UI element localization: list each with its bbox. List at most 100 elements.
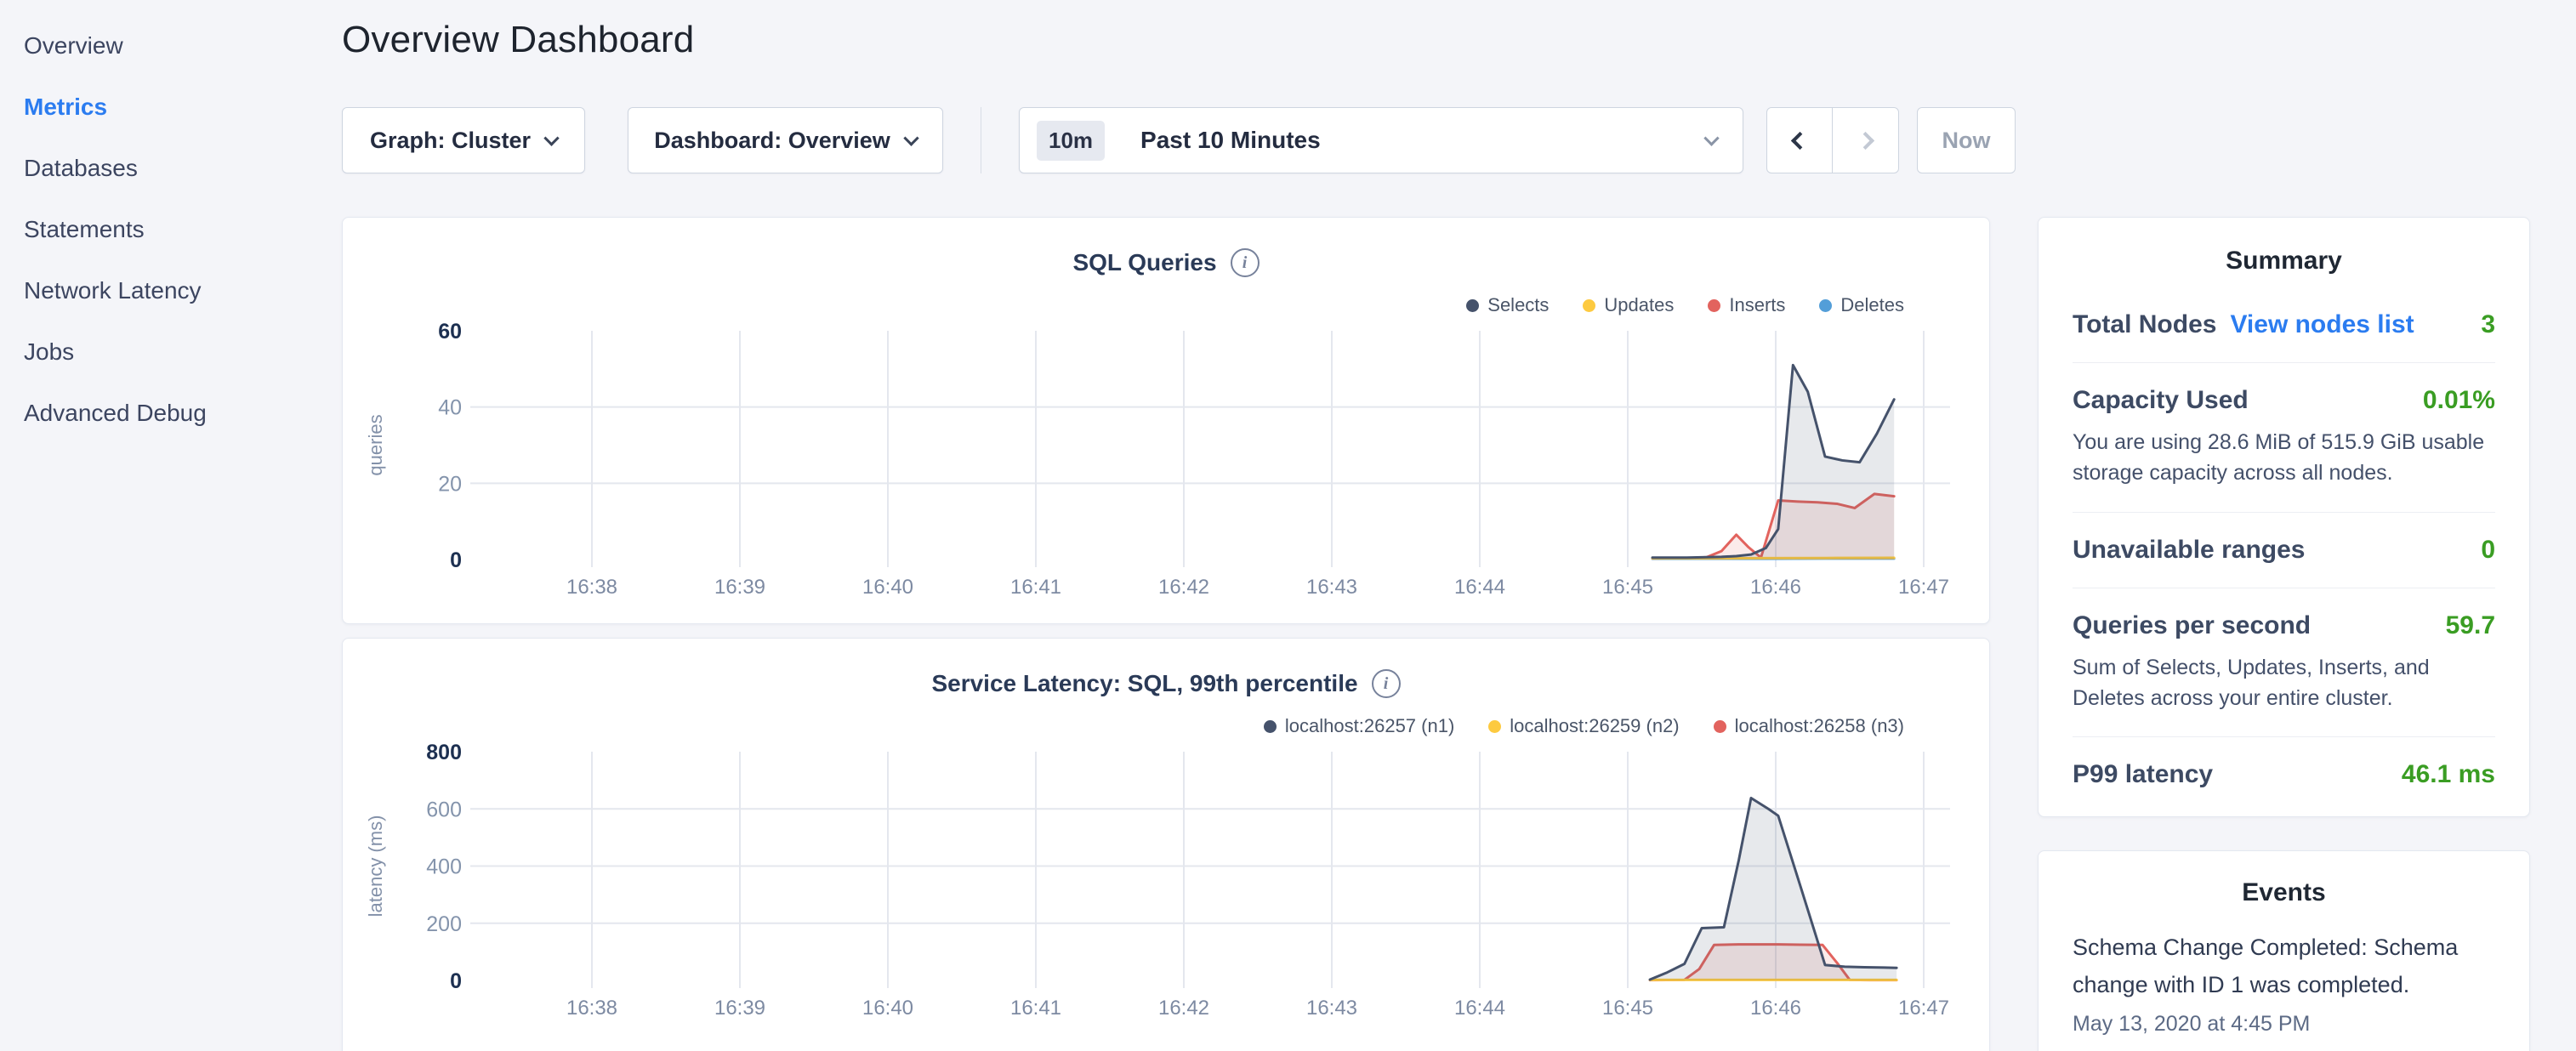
graph-dropdown[interactable]: Graph: Cluster bbox=[342, 107, 585, 173]
chart-card-sql-queries: SQL Queries i Selects Updates Inserts Delet… bbox=[342, 217, 1990, 624]
chart-title: SQL Queries bbox=[1072, 249, 1216, 276]
svg-text:16:40: 16:40 bbox=[862, 576, 913, 599]
svg-text:0: 0 bbox=[450, 548, 462, 572]
legend-label: Updates bbox=[1604, 294, 1674, 316]
summary-row-label: Capacity Used bbox=[2073, 386, 2249, 415]
legend-label: localhost:26258 (n3) bbox=[1735, 715, 1904, 737]
svg-text:16:46: 16:46 bbox=[1750, 997, 1801, 1020]
legend-item[interactable]: localhost:26259 (n2) bbox=[1488, 715, 1679, 737]
summary-row-label: P99 latency bbox=[2073, 760, 2213, 789]
svg-text:16:45: 16:45 bbox=[1602, 997, 1653, 1020]
svg-text:16:47: 16:47 bbox=[1898, 576, 1949, 599]
legend-item[interactable]: Deletes bbox=[1819, 294, 1904, 316]
legend-label: Selects bbox=[1487, 294, 1549, 316]
dashboard-dropdown[interactable]: Dashboard: Overview bbox=[628, 107, 943, 173]
svg-text:16:46: 16:46 bbox=[1750, 576, 1801, 599]
summary-row-value: 46.1 ms bbox=[2402, 760, 2495, 789]
chart-plot[interactable]: 16:3816:3916:4016:4116:4216:4316:4416:45… bbox=[343, 218, 1989, 623]
svg-text:queries: queries bbox=[365, 414, 386, 475]
summary-row-value: 0.01% bbox=[2423, 386, 2495, 415]
chevron-down-icon bbox=[543, 130, 559, 145]
summary-row-label: Unavailable ranges bbox=[2073, 536, 2305, 565]
legend-label: Inserts bbox=[1729, 294, 1785, 316]
chart-legend: localhost:26257 (n1) localhost:26259 (n2)… bbox=[1264, 715, 1904, 737]
chart-card-service-latency: Service Latency: SQL, 99th percentile i … bbox=[342, 638, 1990, 1051]
legend-item[interactable]: Selects bbox=[1466, 294, 1549, 316]
legend-item[interactable]: Updates bbox=[1583, 294, 1674, 316]
view-nodes-list-link[interactable]: View nodes list bbox=[2230, 310, 2414, 339]
legend-dot-icon bbox=[1583, 299, 1595, 312]
sidebar-item-jobs[interactable]: Jobs bbox=[0, 321, 336, 383]
info-icon[interactable]: i bbox=[1231, 248, 1260, 277]
legend-dot-icon bbox=[1488, 720, 1501, 733]
sidebar-item-databases[interactable]: Databases bbox=[0, 138, 336, 199]
chart-legend: Selects Updates Inserts Deletes bbox=[1466, 294, 1904, 316]
toolbar: Graph: Cluster Dashboard: Overview 10m P… bbox=[342, 107, 2016, 173]
summary-rows: Total NodesView nodes list3Capacity Used… bbox=[2073, 287, 2495, 812]
svg-text:16:44: 16:44 bbox=[1454, 997, 1505, 1020]
event-timestamp: May 13, 2020 at 4:45 PM bbox=[2073, 1012, 2495, 1037]
svg-text:latency (ms): latency (ms) bbox=[365, 815, 386, 917]
legend-label: Deletes bbox=[1840, 294, 1904, 316]
chevron-right-icon bbox=[1857, 131, 1874, 149]
summary-panel: Summary Total NodesView nodes list3Capac… bbox=[2038, 217, 2530, 817]
page-title: Overview Dashboard bbox=[342, 19, 694, 61]
events-list: Schema Change Completed: Schema change w… bbox=[2073, 929, 2495, 1037]
legend-item[interactable]: Inserts bbox=[1708, 294, 1785, 316]
svg-text:16:44: 16:44 bbox=[1454, 576, 1505, 599]
summary-row-description: You are using 28.6 MiB of 515.9 GiB usab… bbox=[2073, 427, 2495, 489]
svg-text:16:41: 16:41 bbox=[1010, 576, 1061, 599]
summary-row: Capacity Used 0.01% You are using 28.6 MiB… bbox=[2073, 362, 2495, 512]
svg-text:16:43: 16:43 bbox=[1306, 997, 1357, 1020]
time-range-badge: 10m bbox=[1037, 121, 1105, 161]
legend-label: localhost:26259 (n2) bbox=[1510, 715, 1679, 737]
svg-text:400: 400 bbox=[426, 855, 462, 879]
summary-row-description: Sum of Selects, Updates, Inserts, and De… bbox=[2073, 652, 2495, 714]
svg-text:20: 20 bbox=[438, 472, 462, 496]
summary-row: Queries per second59.7Sum of Selects, Up… bbox=[2073, 588, 2495, 737]
chevron-down-icon bbox=[903, 130, 918, 145]
chart-title: Service Latency: SQL, 99th percentile bbox=[931, 670, 1357, 697]
info-icon[interactable]: i bbox=[1372, 669, 1401, 698]
svg-text:200: 200 bbox=[426, 912, 462, 936]
sidebar-item-statements[interactable]: Statements bbox=[0, 199, 336, 260]
sidebar-item-metrics[interactable]: Metrics bbox=[0, 77, 336, 138]
previous-range-button[interactable] bbox=[1767, 108, 1833, 173]
svg-text:600: 600 bbox=[426, 798, 462, 821]
chart-header: Service Latency: SQL, 99th percentile i … bbox=[343, 639, 1989, 698]
time-pager bbox=[1766, 107, 1899, 173]
svg-text:0: 0 bbox=[450, 969, 462, 993]
legend-item[interactable]: localhost:26258 (n3) bbox=[1714, 715, 1904, 737]
legend-dot-icon bbox=[1708, 299, 1720, 312]
svg-text:16:38: 16:38 bbox=[566, 997, 617, 1020]
svg-text:16:39: 16:39 bbox=[714, 997, 765, 1020]
events-panel: Events Schema Change Completed: Schema c… bbox=[2038, 850, 2530, 1051]
legend-dot-icon bbox=[1264, 720, 1277, 733]
legend-label: localhost:26257 (n1) bbox=[1285, 715, 1454, 737]
now-button[interactable]: Now bbox=[1917, 107, 2016, 173]
summary-row: P99 latency 46.1 ms bbox=[2073, 736, 2495, 812]
sidebar-item-advanced-debug[interactable]: Advanced Debug bbox=[0, 383, 336, 444]
summary-title: Summary bbox=[2073, 247, 2495, 276]
event-message: Schema Change Completed: Schema change w… bbox=[2073, 929, 2495, 1003]
summary-row-value: 0 bbox=[2481, 536, 2495, 565]
chart-plot[interactable]: 16:38 16:39 16:40 16:41 16:42 16:43 16:44 16:45… bbox=[343, 639, 1989, 1051]
events-title: Events bbox=[2073, 878, 2495, 907]
next-range-button[interactable] bbox=[1833, 108, 1898, 173]
sidebar-item-network-latency[interactable]: Network Latency bbox=[0, 260, 336, 321]
svg-text:16:47: 16:47 bbox=[1898, 997, 1949, 1020]
summary-row-label: Queries per second bbox=[2073, 611, 2311, 640]
svg-text:16:41: 16:41 bbox=[1010, 997, 1061, 1020]
time-range-selector[interactable]: 10m Past 10 Minutes bbox=[1019, 107, 1743, 173]
svg-text:40: 40 bbox=[438, 396, 462, 420]
svg-text:16:39: 16:39 bbox=[714, 576, 765, 599]
sidebar-item-overview[interactable]: Overview bbox=[0, 15, 336, 77]
svg-text:16:42: 16:42 bbox=[1158, 576, 1209, 599]
summary-row: Total NodesView nodes list3 bbox=[2073, 287, 2495, 362]
svg-text:16:42: 16:42 bbox=[1158, 997, 1209, 1020]
svg-text:16:40: 16:40 bbox=[862, 997, 913, 1020]
svg-text:16:43: 16:43 bbox=[1306, 576, 1357, 599]
legend-dot-icon bbox=[1819, 299, 1832, 312]
legend-item[interactable]: localhost:26257 (n1) bbox=[1264, 715, 1454, 737]
dashboard-dropdown-label: Dashboard: Overview bbox=[654, 128, 890, 154]
